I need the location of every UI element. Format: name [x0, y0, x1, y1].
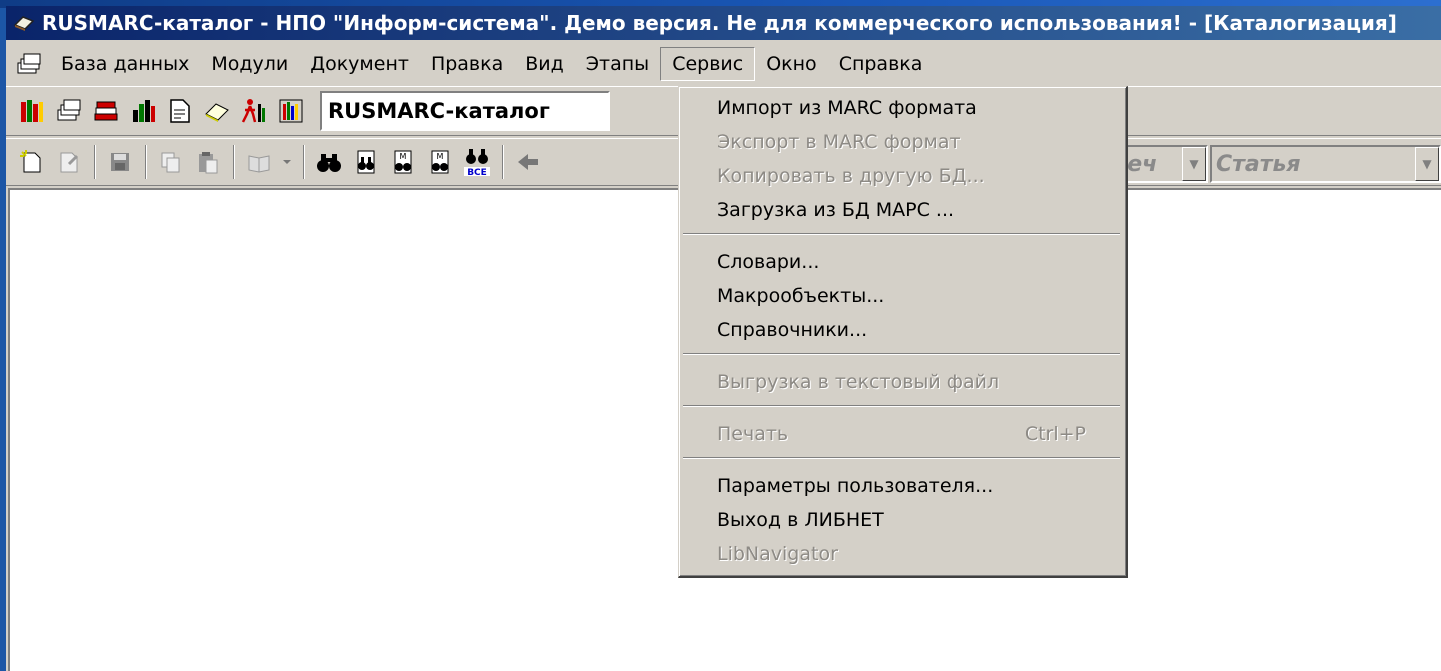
menu-separator	[683, 457, 1120, 459]
menu-dictionaries[interactable]: Словари...	[717, 247, 819, 277]
menu-exit-to-libnet[interactable]: Выход в ЛИБНЕТ	[717, 505, 884, 535]
service-menu-dropdown: Импорт из MARC формата Экспорт в MARC фо…	[678, 86, 1128, 578]
app-window: RUSMARC-каталог - НПО "Информ-система". …	[6, 6, 1441, 671]
menu-bar: База данных Модули Документ Правка Вид Э…	[6, 46, 1441, 82]
reader-icon[interactable]	[236, 93, 272, 129]
search-binoculars-icon[interactable]	[311, 144, 347, 180]
bookshelf-icon[interactable]	[14, 93, 50, 129]
menu-export-marc[interactable]: Экспорт в MARC формат	[717, 127, 961, 157]
new-document-icon[interactable]	[14, 144, 50, 180]
document-icon[interactable]	[162, 93, 198, 129]
menu-print[interactable]: Печать	[717, 419, 788, 449]
window-title: RUSMARC-каталог - НПО "Информ-система". …	[42, 11, 1397, 35]
menu-libnavigator[interactable]: LibNavigator	[717, 539, 838, 569]
menu-reference-books[interactable]: Справочники...	[717, 315, 867, 345]
search-field-icon[interactable]: M	[385, 144, 421, 180]
menu-load-from-mars[interactable]: Загрузка из БД МАРС ...	[717, 195, 954, 225]
toolbar-separator	[502, 145, 504, 179]
save-icon[interactable]	[102, 144, 138, 180]
eraser-icon[interactable]	[199, 93, 235, 129]
library-icon[interactable]	[273, 93, 309, 129]
menu-user-parameters[interactable]: Параметры пользователя...	[717, 471, 993, 501]
menu-macro-objects[interactable]: Макрообъекты...	[717, 281, 884, 311]
chevron-down-icon[interactable]: ▼	[1182, 147, 1206, 181]
toolbar-separator	[233, 145, 235, 179]
svg-text:ВСЕ: ВСЕ	[467, 168, 487, 177]
edit-document-icon[interactable]	[51, 144, 87, 180]
title-bar[interactable]: RUSMARC-каталог - НПО "Информ-система". …	[6, 6, 1441, 40]
menu-database[interactable]: База данных	[50, 47, 200, 81]
menu-document[interactable]: Документ	[299, 47, 420, 81]
menu-import-marc[interactable]: Импорт из MARC формата	[717, 93, 977, 123]
menu-print-shortcut: Ctrl+P	[1024, 423, 1086, 445]
search-all-icon[interactable]: ВСЕ	[459, 144, 495, 180]
menu-service[interactable]: Сервис	[660, 47, 756, 81]
svg-text:M: M	[437, 152, 444, 161]
document-kind-combo[interactable]: Статья ▼	[1210, 145, 1441, 183]
search-document-icon[interactable]	[348, 144, 384, 180]
chevron-down-icon[interactable]	[278, 144, 296, 180]
menu-separator	[683, 233, 1120, 235]
menu-stages[interactable]: Этапы	[575, 47, 660, 81]
menu-edit[interactable]: Правка	[420, 47, 514, 81]
databases-icon[interactable]	[51, 93, 87, 129]
database-stack-icon[interactable]	[12, 49, 46, 79]
app-book-icon	[12, 12, 36, 34]
copy-icon[interactable]	[153, 144, 189, 180]
menu-separator	[683, 353, 1120, 355]
toolbar-separator	[303, 145, 305, 179]
svg-text:M: M	[400, 152, 407, 161]
menu-separator	[683, 405, 1120, 407]
menu-help[interactable]: Справка	[828, 47, 934, 81]
menu-window[interactable]: Окно	[755, 47, 827, 81]
arrow-left-icon[interactable]	[510, 144, 546, 180]
chevron-down-icon[interactable]: ▼	[1415, 147, 1439, 181]
menu-export-text-file[interactable]: Выгрузка в текстовый файл	[717, 367, 999, 397]
menu-modules[interactable]: Модули	[200, 47, 299, 81]
statistics-icon[interactable]	[125, 93, 161, 129]
menu-copy-to-db[interactable]: Копировать в другую БД...	[717, 161, 985, 191]
paste-icon[interactable]	[190, 144, 226, 180]
search-marc-icon[interactable]: M	[422, 144, 458, 180]
menu-view[interactable]: Вид	[514, 47, 575, 81]
toolbar-separator	[94, 145, 96, 179]
document-kind-value: Статья	[1216, 151, 1301, 177]
toolbar-separator	[145, 145, 147, 179]
books-stack-icon[interactable]	[88, 93, 124, 129]
open-book-icon[interactable]	[241, 144, 277, 180]
database-name-field[interactable]: RUSMARC-каталог	[320, 91, 610, 131]
